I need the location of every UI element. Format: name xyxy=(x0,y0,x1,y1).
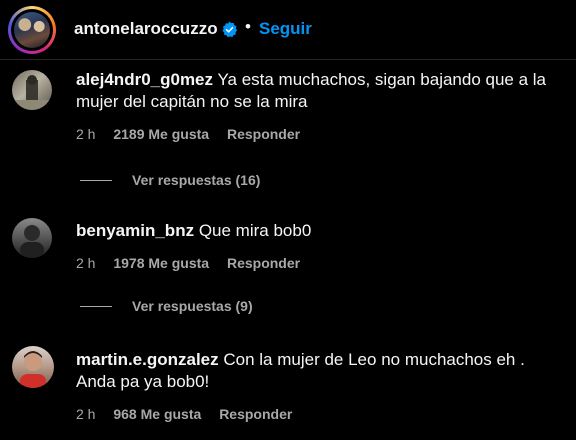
replies-divider xyxy=(80,306,112,307)
profile-avatar-story-ring[interactable] xyxy=(8,6,56,54)
comment-text: benyamin_bnz Que mira bob0 xyxy=(76,220,566,242)
reply-button[interactable]: Responder xyxy=(219,406,292,422)
comment-meta: 2 h 968 Me gusta Responder xyxy=(76,406,306,422)
avatar-ring-gap xyxy=(11,9,53,51)
comment-username[interactable]: benyamin_bnz xyxy=(76,221,194,240)
comment-text: alej4ndr0_g0mez Ya esta muchachos, sigan… xyxy=(76,69,566,113)
replies-divider xyxy=(80,180,112,181)
comment-avatar[interactable] xyxy=(12,218,52,258)
comment-time: 2 h xyxy=(76,255,96,271)
comment-text: martin.e.gonzalez Con la mujer de Leo no… xyxy=(76,349,556,393)
header-username[interactable]: antonelaroccuzzo xyxy=(74,19,218,39)
comment-avatar[interactable] xyxy=(12,346,54,388)
comment-meta: 2 h 2189 Me gusta Responder xyxy=(76,126,314,142)
profile-avatar xyxy=(14,12,50,48)
view-replies-button[interactable]: Ver respuestas (16) xyxy=(132,172,260,188)
verified-badge-icon xyxy=(222,21,238,38)
comment-avatar[interactable] xyxy=(12,70,52,110)
comment-body: Que mira bob0 xyxy=(198,221,312,240)
view-replies-button[interactable]: Ver respuestas (9) xyxy=(132,298,253,314)
avatar-photo-icon xyxy=(12,75,52,110)
comment-likes[interactable]: 968 Me gusta xyxy=(113,406,201,422)
comment-username[interactable]: alej4ndr0_g0mez xyxy=(76,70,213,89)
comment-likes[interactable]: 1978 Me gusta xyxy=(113,255,209,271)
follow-button[interactable]: Seguir xyxy=(259,19,312,39)
comment-username[interactable]: martin.e.gonzalez xyxy=(76,350,219,369)
avatar-photo-icon xyxy=(20,351,46,388)
avatar-photo-icon xyxy=(20,225,44,258)
comment-likes[interactable]: 2189 Me gusta xyxy=(113,126,209,142)
post-header: antonelaroccuzzo • Seguir xyxy=(0,0,576,60)
comment-meta: 2 h 1978 Me gusta Responder xyxy=(76,255,314,271)
reply-button[interactable]: Responder xyxy=(227,255,300,271)
separator-dot: • xyxy=(245,17,251,36)
comment-time: 2 h xyxy=(76,406,96,422)
comment-time: 2 h xyxy=(76,126,96,142)
reply-button[interactable]: Responder xyxy=(227,126,300,142)
